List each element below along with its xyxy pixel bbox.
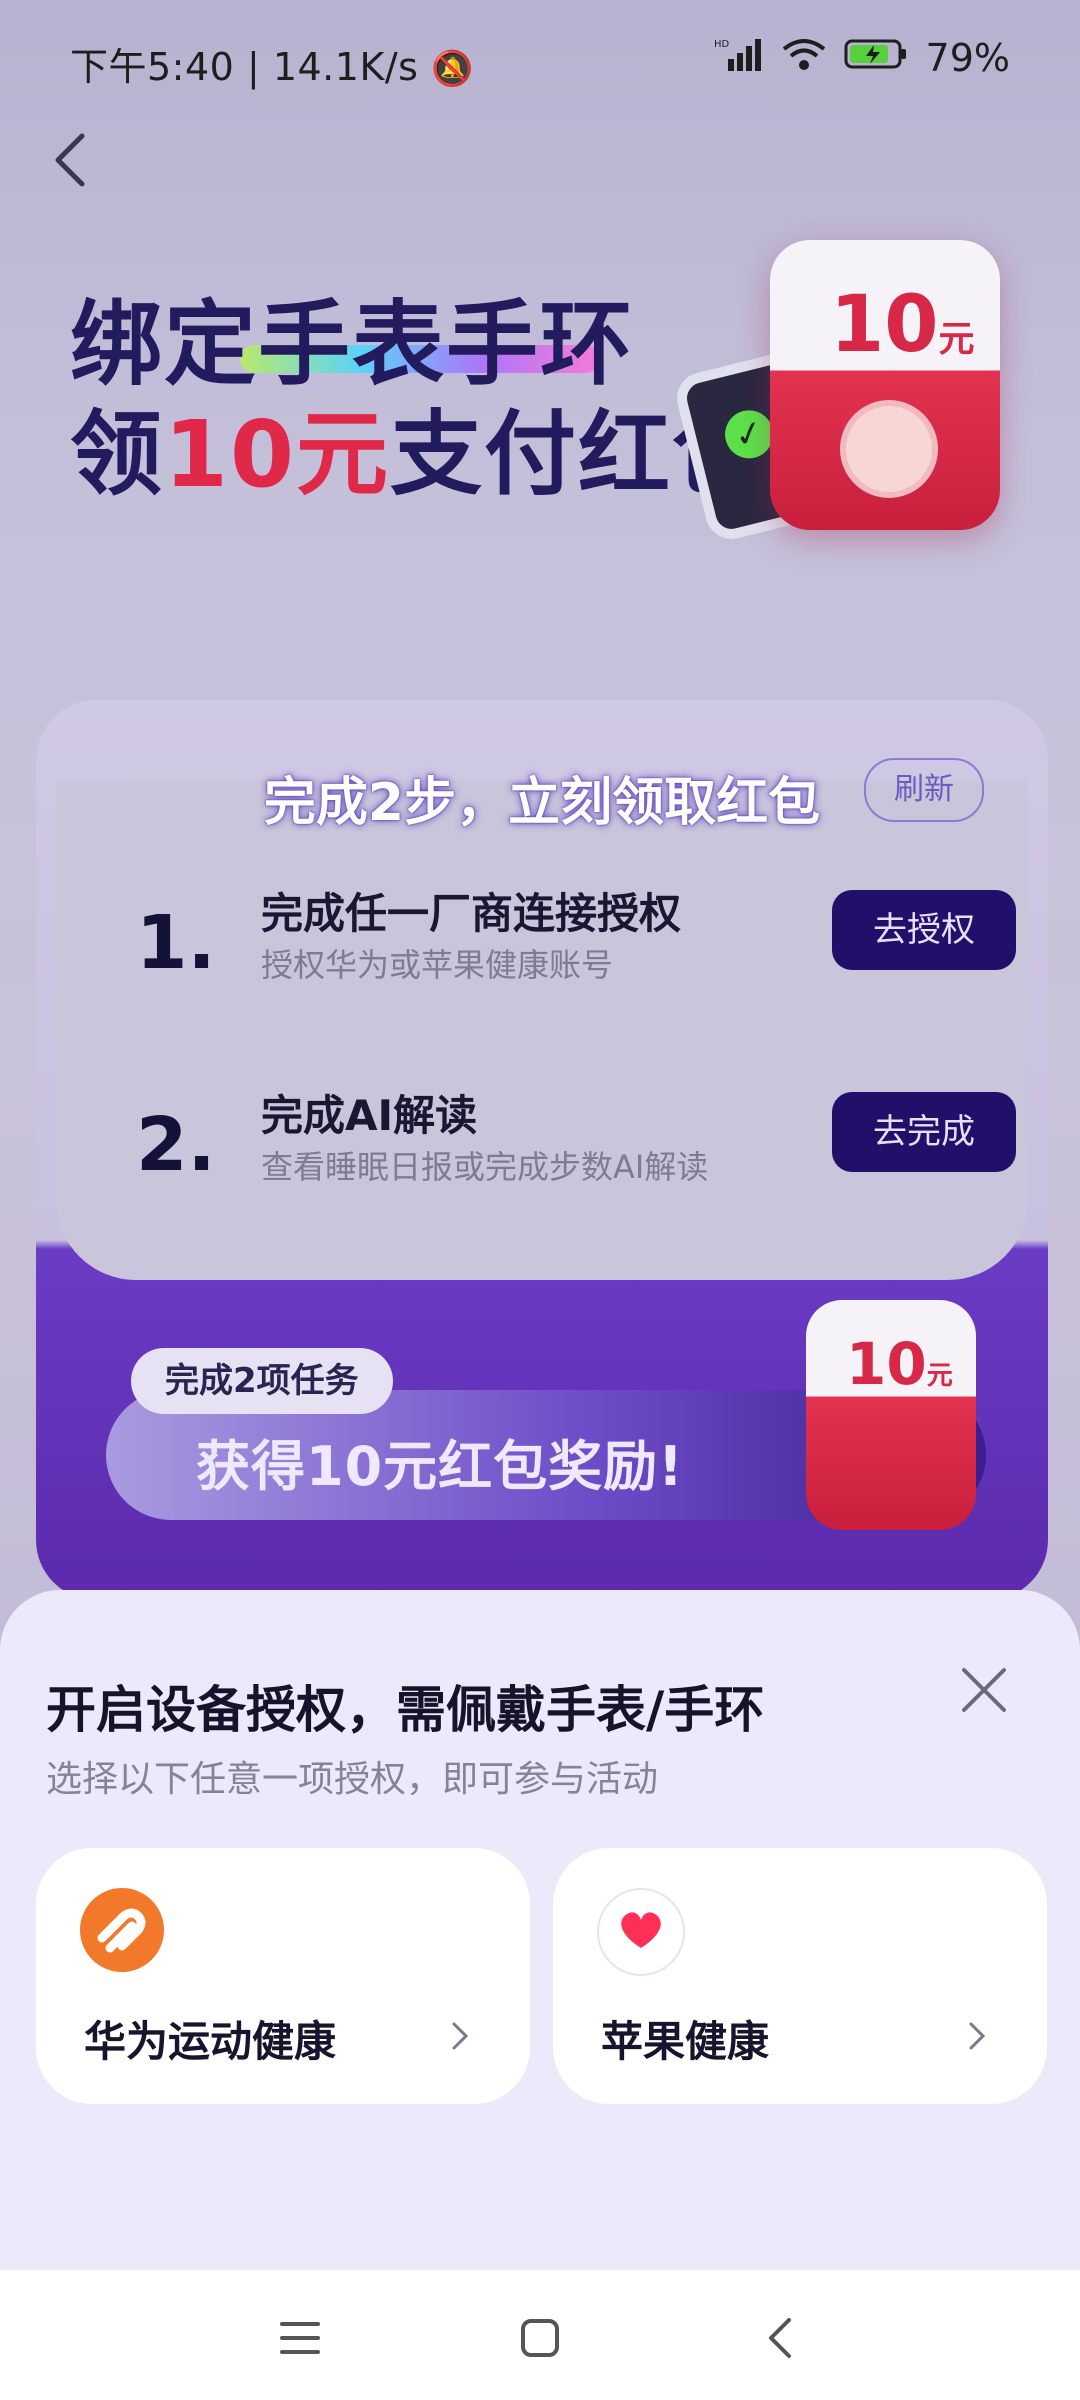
banner-subheadline: 领10元支付红包: [70, 401, 767, 508]
sheet-title: 开启设备授权，需佩戴手表/手环: [46, 1681, 765, 1739]
chevron-left-icon: [55, 133, 85, 187]
nav-back-button[interactable]: [750, 2308, 810, 2368]
promo-banner: 绑定手表手环 领10元支付红包 ✓ 10元: [0, 200, 1080, 630]
option-label: 苹果健康: [601, 2017, 770, 2066]
menu-button[interactable]: [270, 2308, 330, 2368]
status-right: HD 79%: [714, 36, 1010, 80]
huawei-health-icon: [80, 1888, 164, 1972]
back-button[interactable]: [30, 120, 110, 200]
task-card: 完成2步，立刻领取红包 刷新 1. 完成任一厂商连接授权 授权华为或苹果健康账号…: [36, 700, 1048, 1600]
chevron-right-icon: [452, 2022, 469, 2050]
step-number: 2.: [136, 1102, 216, 1188]
packet-seal-icon: [840, 400, 938, 498]
chevron-right-icon: [969, 2022, 986, 2050]
huawei-health-option[interactable]: 华为运动健康: [36, 1848, 530, 2104]
menu-icon: [280, 2322, 320, 2354]
reward-text: 获得10元红包奖励!: [196, 1435, 684, 1498]
reward-tag: 完成2项任务: [131, 1348, 393, 1414]
status-time: 下午5:40: [70, 45, 235, 89]
task-step-2: 2. 完成AI解读 查看睡眠日报或完成步数AI解读 去完成: [136, 1082, 1016, 1202]
battery-icon: [844, 36, 908, 80]
svg-text:HD: HD: [714, 39, 730, 50]
step-number: 1.: [136, 900, 216, 986]
option-label: 华为运动健康: [84, 2017, 337, 2066]
apple-health-option[interactable]: 苹果健康: [553, 1848, 1047, 2104]
step-subtitle: 查看睡眠日报或完成步数AI解读: [261, 1148, 709, 1186]
sheet-subtitle: 选择以下任意一项授权，即可参与活动: [46, 1759, 659, 1800]
apple-health-icon: [597, 1888, 685, 1976]
refresh-button[interactable]: 刷新: [864, 758, 984, 822]
authorize-button[interactable]: 去授权: [832, 890, 1016, 970]
system-nav-bar: [0, 2270, 1080, 2400]
wifi-icon: [782, 36, 826, 80]
banner-amount: 10元: [164, 401, 391, 508]
complete-button[interactable]: 去完成: [832, 1092, 1016, 1172]
step-title: 完成任一厂商连接授权: [261, 889, 682, 938]
step-subtitle: 授权华为或苹果健康账号: [261, 946, 614, 984]
red-packet-icon: 10元: [770, 240, 1000, 530]
status-bar: 下午5:40 | 14.1K/s 🔕 HD 79%: [0, 0, 1080, 120]
signal-icon: HD: [714, 36, 764, 80]
red-packet-icon: 10元: [806, 1300, 976, 1530]
close-icon: [962, 1668, 1006, 1712]
home-button[interactable]: [510, 2308, 570, 2368]
back-triangle-icon: [769, 2318, 791, 2358]
task-card-panel: [56, 780, 1028, 1280]
step-title: 完成AI解读: [261, 1091, 478, 1140]
mute-icon: 🔕: [431, 49, 474, 89]
task-step-1: 1. 完成任一厂商连接授权 授权华为或苹果健康账号 去授权: [136, 880, 1016, 1000]
status-left: 下午5:40 | 14.1K/s 🔕: [70, 45, 474, 89]
battery-percent: 79%: [925, 36, 1010, 80]
home-icon: [521, 2319, 559, 2357]
authorization-sheet: 开启设备授权，需佩戴手表/手环 选择以下任意一项授权，即可参与活动 华为运动健康…: [0, 1590, 1080, 2270]
status-speed: 14.1K/s: [272, 45, 419, 89]
close-button[interactable]: [944, 1650, 1024, 1730]
